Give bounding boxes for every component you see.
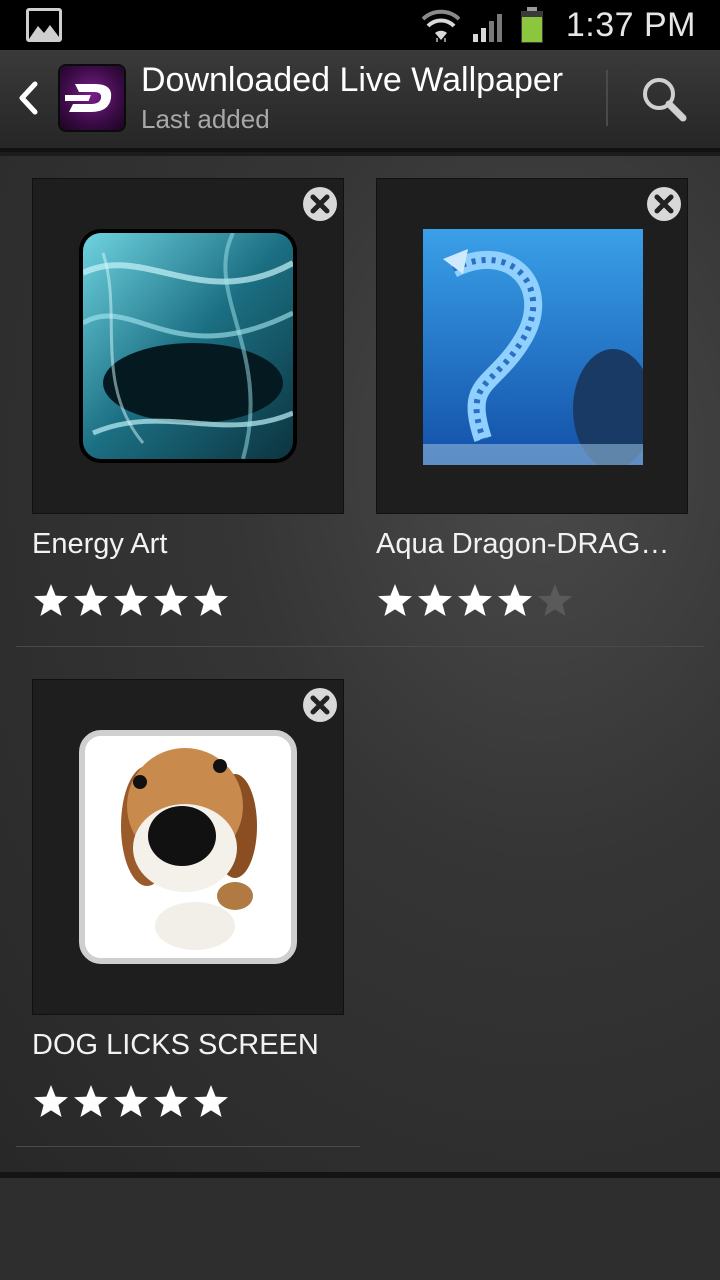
wallpaper-name: Energy Art [32,528,168,560]
rating-stars [32,1083,230,1121]
star-filled-icon [378,584,412,616]
action-bar: Downloaded Live Wallpaper Last added [0,50,720,152]
star-filled-icon [498,584,532,616]
rating-stars [376,582,574,620]
back-icon [19,81,38,115]
search-button[interactable] [624,64,704,134]
search-icon [643,78,687,122]
star-filled-icon [458,584,492,616]
star-filled-icon [74,584,108,616]
page-title: Downloaded Live Wallpaper [141,61,564,99]
star-filled-icon [418,584,452,616]
back-button[interactable] [8,68,48,128]
action-divider [606,70,608,126]
title-block: Downloaded Live Wallpaper Last added [141,58,563,136]
star-filled-icon [114,1085,148,1117]
aqua-dragon-thumbnail [423,229,643,465]
wallpaper-grid: Energy Art Aqua Dragon-DRAG… DOG LICKS S… [0,156,720,1172]
dog-licks-screen-thumbnail [79,730,297,964]
row-divider [16,646,704,647]
star-filled-icon [194,584,228,616]
star-filled-icon [154,584,188,616]
thumbnail-frame[interactable] [32,679,344,1015]
star-filled-icon [74,1085,108,1117]
thumbnail-frame[interactable] [376,178,688,514]
remove-button[interactable] [301,686,339,724]
star-filled-icon [194,1085,228,1117]
star-empty-icon [538,584,572,616]
remove-button[interactable] [645,185,683,223]
wifi-icon [421,9,460,42]
star-filled-icon [114,584,148,616]
energy-art-thumbnail [79,229,297,463]
star-filled-icon [34,1085,68,1117]
star-filled-icon [34,584,68,616]
gallery-notification-icon [26,8,62,42]
bottom-bar [0,1172,720,1280]
status-bar: 1:37 PM [0,0,720,50]
remove-button[interactable] [301,185,339,223]
page-subtitle: Last added [141,104,270,134]
rating-stars [32,582,230,620]
wallpaper-name: Aqua Dragon-DRAG… [376,528,670,560]
battery-icon [520,7,543,43]
star-filled-icon [154,1085,188,1117]
wallpaper-name: DOG LICKS SCREEN [32,1029,319,1061]
signal-icon [472,14,502,42]
zedge-app-icon[interactable] [60,66,124,130]
thumbnail-frame[interactable] [32,178,344,514]
clock: 1:37 PM [565,5,696,44]
row-divider [16,1146,360,1147]
